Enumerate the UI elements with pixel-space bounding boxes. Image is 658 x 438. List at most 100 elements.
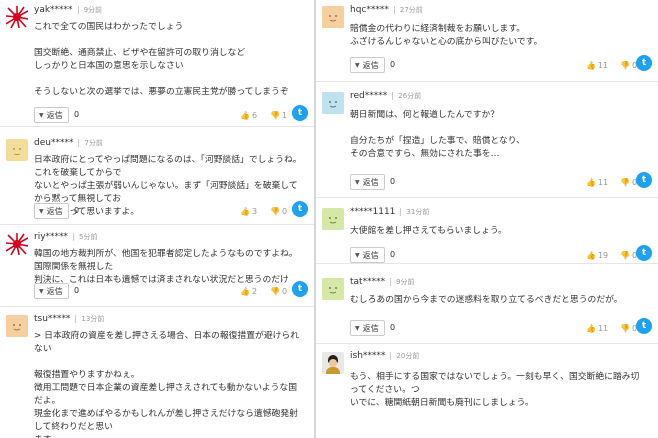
reply-button[interactable]: ▼ 返信: [350, 247, 385, 263]
comment-item: yak***** 9分前 これで全ての国民はわかったでしょう 国交断絶、通商禁止…: [0, 0, 314, 127]
dislike-count: 0: [281, 207, 288, 216]
comment-meta: riy***** 5分前: [34, 231, 98, 243]
like-count: 19: [597, 251, 609, 260]
meta-divider: [78, 139, 80, 147]
comment-username[interactable]: red*****: [350, 91, 387, 101]
dislike-button[interactable]: 👎 0: [620, 178, 637, 187]
reply-count: 0: [390, 323, 396, 332]
avatar[interactable]: [322, 278, 344, 300]
like-count: 11: [597, 178, 609, 187]
like-button[interactable]: 👍 11: [586, 324, 608, 333]
thumbs-down-icon: 👎: [270, 207, 280, 216]
dislike-button[interactable]: 👎 0: [270, 287, 287, 296]
twitter-share-icon[interactable]: t: [292, 105, 308, 121]
comment-time: 20分前: [396, 352, 420, 360]
twitter-share-icon[interactable]: t: [636, 245, 652, 261]
reply-label: 返信: [362, 60, 379, 70]
thumbs-down-icon: 👎: [620, 178, 630, 187]
avatar[interactable]: [322, 6, 344, 28]
reply-label: 返信: [362, 177, 379, 187]
twitter-share-icon[interactable]: t: [636, 55, 652, 71]
like-button[interactable]: 👍 6: [240, 111, 257, 120]
reply-button[interactable]: ▼ 返信: [34, 107, 69, 123]
comment-text: 大使館を差し押さえてもらいましょう。: [350, 226, 507, 236]
twitter-share-icon[interactable]: t: [292, 201, 308, 217]
avatar[interactable]: [6, 139, 28, 161]
reply-button[interactable]: ▼ 返信: [350, 320, 385, 336]
thumbs-up-icon: 👍: [240, 207, 250, 216]
comment-actions: ▼ 返信 0 👍 2 👎 0 t: [34, 281, 308, 301]
comment-username[interactable]: tsu*****: [34, 314, 70, 324]
chevron-down-icon: ▼: [39, 111, 44, 119]
comment-text: 賠償金の代わりに経済制裁をお願いします。 ふざけるんじゃないと心の底から叫びたい…: [350, 24, 543, 47]
comment-actions: ▼ 返信 0 👍 19 👎 0 t: [350, 245, 652, 265]
avatar[interactable]: [322, 208, 344, 230]
twitter-share-icon[interactable]: t: [636, 318, 652, 334]
like-button[interactable]: 👍 2: [240, 287, 257, 296]
meta-divider: [390, 352, 392, 360]
comment-meta: yak***** 9分前: [34, 4, 102, 16]
reply-count: 0: [74, 110, 80, 119]
like-count: 11: [597, 61, 609, 70]
reply-label: 返信: [362, 323, 379, 333]
comment-item: riy***** 5分前 韓国の地方裁判所が、他国を犯罪者認定したようなものです…: [0, 227, 314, 307]
comment-username[interactable]: deu*****: [34, 138, 73, 148]
comment-username[interactable]: ish*****: [350, 351, 385, 361]
comment-text: むしろあの国から今までの迷惑料を取り立てるべきだと思うのだが。: [350, 295, 623, 305]
comment-meta: ish***** 20分前: [350, 350, 419, 362]
like-button[interactable]: 👍 3: [240, 207, 257, 216]
like-button[interactable]: 👍 19: [586, 251, 608, 260]
comment-meta: *****1111 31分前: [350, 206, 429, 218]
comment-item: hqc***** 27分前 賠償金の代わりに経済制裁をお願いします。 ふざけるん…: [316, 0, 658, 82]
comment-username[interactable]: hqc*****: [350, 5, 389, 15]
avatar[interactable]: [6, 6, 28, 28]
thumbs-up-icon: 👍: [240, 287, 250, 296]
reply-button[interactable]: ▼ 返信: [350, 174, 385, 190]
meta-divider: [393, 6, 395, 14]
avatar[interactable]: [6, 315, 28, 337]
reply-count: 0: [74, 286, 80, 295]
reply-count: 0: [390, 250, 396, 259]
dislike-button[interactable]: 👎 1: [270, 111, 287, 120]
avatar[interactable]: [6, 233, 28, 255]
dislike-button[interactable]: 👎 0: [620, 324, 637, 333]
reply-button[interactable]: ▼ 返信: [34, 203, 69, 219]
dislike-count: 1: [281, 111, 288, 120]
comment-text: > 日本政府の資産を差し押さえる場合、日本の報復措置が避けられない 報復措置やり…: [34, 331, 300, 438]
twitter-share-icon[interactable]: t: [292, 281, 308, 297]
twitter-share-icon[interactable]: t: [636, 172, 652, 188]
comment-actions: ▼ 返信 0 👍 11 👎 0 t: [350, 318, 652, 338]
thumbs-up-icon: 👍: [586, 251, 596, 260]
like-button[interactable]: 👍 11: [586, 61, 608, 70]
comment-username[interactable]: yak*****: [34, 5, 73, 15]
avatar[interactable]: [322, 92, 344, 114]
reply-button[interactable]: ▼ 返信: [34, 283, 69, 299]
comment-time: 27分前: [399, 6, 423, 14]
like-button[interactable]: 👍 11: [586, 178, 608, 187]
thumbs-down-icon: 👎: [620, 324, 630, 333]
dislike-button[interactable]: 👎 0: [270, 207, 287, 216]
dislike-button[interactable]: 👎 0: [620, 61, 637, 70]
dislike-button[interactable]: 👎 0: [620, 251, 637, 260]
comment-actions: ▼ 返信 0 👍 11 👎 0 t: [350, 55, 652, 75]
comment-meta: hqc***** 27分前: [350, 4, 423, 16]
comment-time: 5分前: [79, 233, 98, 241]
like-count: 2: [251, 287, 258, 296]
comment-time: 9分前: [396, 278, 415, 286]
comment-actions: ▼ 返信 0 👍 3 👎 0 t: [34, 201, 308, 221]
reply-label: 返信: [46, 206, 63, 216]
comment-time: 13分前: [81, 315, 105, 323]
like-count: 6: [251, 111, 258, 120]
thumbs-up-icon: 👍: [586, 324, 596, 333]
avatar[interactable]: [322, 352, 344, 374]
comment-username[interactable]: riy*****: [34, 232, 68, 242]
comment-username[interactable]: tat*****: [350, 277, 385, 287]
like-count: 3: [251, 207, 258, 216]
comment-username[interactable]: *****1111: [350, 207, 395, 217]
thumbs-down-icon: 👎: [620, 61, 630, 70]
chevron-down-icon: ▼: [355, 324, 360, 332]
reply-button[interactable]: ▼ 返信: [350, 57, 385, 73]
thumbs-down-icon: 👎: [270, 111, 280, 120]
chevron-down-icon: ▼: [355, 178, 360, 186]
thumbs-down-icon: 👎: [620, 251, 630, 260]
